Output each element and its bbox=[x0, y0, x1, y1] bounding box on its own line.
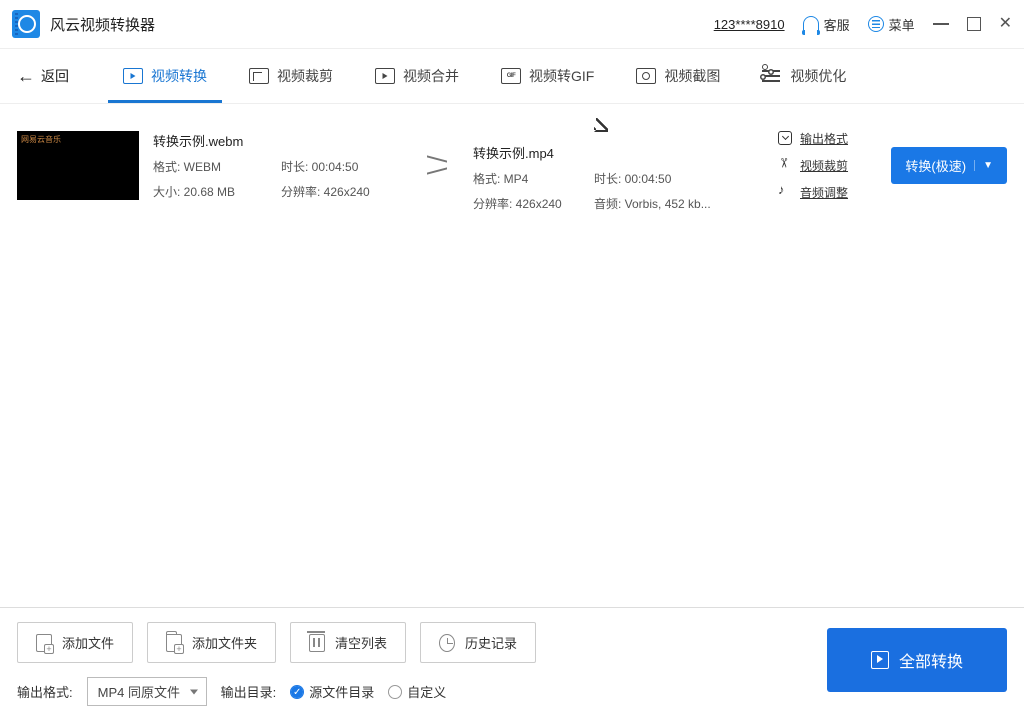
radio-custom-dir[interactable]: 自定义 bbox=[388, 682, 446, 701]
menu-label: 菜单 bbox=[889, 15, 915, 34]
menu-icon bbox=[868, 16, 884, 32]
action-crop[interactable]: 视频裁剪 bbox=[778, 157, 848, 174]
convert-icon bbox=[123, 68, 143, 84]
action-output-format[interactable]: 输出格式 bbox=[778, 130, 848, 147]
output-format-label: 输出格式: bbox=[17, 682, 73, 701]
clock-icon bbox=[439, 634, 455, 652]
output-format-select[interactable]: MP4 同原文件 bbox=[87, 677, 207, 706]
tab-merge[interactable]: 视频合并 bbox=[375, 50, 459, 102]
add-folder-button[interactable]: 添加文件夹 bbox=[147, 622, 276, 663]
radio-custom-label: 自定义 bbox=[407, 682, 446, 701]
source-filename: 转换示例.webm bbox=[153, 131, 403, 150]
target-info: 转换示例.mp4 格式: MP4 时长: 00:04:50 分辨率: 426x2… bbox=[473, 118, 754, 212]
source-format: 格式: WEBM bbox=[153, 158, 275, 175]
tab-merge-label: 视频合并 bbox=[403, 66, 459, 86]
play-icon bbox=[871, 651, 889, 669]
convert-all-button[interactable]: 全部转换 bbox=[827, 628, 1007, 692]
radio-unchecked-icon bbox=[388, 685, 402, 699]
radio-source-label: 源文件目录 bbox=[309, 682, 374, 701]
pen-icon bbox=[594, 118, 608, 132]
music-icon bbox=[778, 185, 792, 199]
shuffle-icon[interactable] bbox=[427, 156, 449, 174]
maximize-button[interactable] bbox=[967, 17, 981, 31]
support-label: 客服 bbox=[824, 15, 850, 34]
tab-gif-label: 视频转GIF bbox=[529, 66, 594, 86]
action-crop-label: 视频裁剪 bbox=[800, 157, 848, 174]
tab-optimize-label: 视频优化 bbox=[790, 66, 846, 86]
source-resolution: 分辨率: 426x240 bbox=[281, 183, 403, 200]
tab-optimize[interactable]: 视频优化 bbox=[762, 50, 846, 102]
clear-label: 清空列表 bbox=[335, 633, 387, 652]
menu-link[interactable]: 菜单 bbox=[868, 15, 915, 34]
tab-convert[interactable]: 视频转换 bbox=[123, 50, 207, 102]
target-resolution: 分辨率: 426x240 bbox=[473, 195, 588, 212]
back-arrow-icon: ← bbox=[17, 66, 35, 87]
edit-name-button[interactable] bbox=[594, 118, 754, 135]
tab-screenshot-label: 视频截图 bbox=[664, 66, 720, 86]
minimize-button[interactable] bbox=[933, 23, 949, 25]
row-actions: 输出格式 视频裁剪 音频调整 bbox=[778, 130, 848, 201]
optimize-icon bbox=[762, 68, 782, 84]
add-folder-label: 添加文件夹 bbox=[192, 633, 257, 652]
tab-screenshot[interactable]: 视频截图 bbox=[636, 50, 720, 102]
output-format-value: MP4 同原文件 bbox=[98, 685, 180, 700]
bottom-bar: 添加文件 添加文件夹 清空列表 历史记录 全部转换 输出格式: MP4 同原文件… bbox=[0, 607, 1024, 720]
gif-icon bbox=[501, 68, 521, 84]
trash-icon bbox=[309, 634, 325, 652]
user-id-link[interactable]: 123****8910 bbox=[714, 17, 785, 32]
back-button[interactable]: ← 返回 bbox=[17, 66, 69, 87]
action-audio-label: 音频调整 bbox=[800, 184, 848, 201]
radio-source-dir[interactable]: 源文件目录 bbox=[290, 682, 374, 701]
tab-crop-label: 视频裁剪 bbox=[277, 66, 333, 86]
action-format-label: 输出格式 bbox=[800, 130, 848, 147]
file-list: 转换示例.webm 格式: WEBM 时长: 00:04:50 大小: 20.6… bbox=[0, 104, 1024, 226]
merge-icon bbox=[375, 68, 395, 84]
target-audio: 音频: Vorbis, 452 kb... bbox=[594, 195, 754, 212]
back-label: 返回 bbox=[41, 66, 69, 86]
source-size: 大小: 20.68 MB bbox=[153, 183, 275, 200]
support-link[interactable]: 客服 bbox=[803, 15, 850, 34]
target-duration: 时长: 00:04:50 bbox=[594, 170, 754, 187]
convert-button[interactable]: 转换(极速) ▼ bbox=[891, 147, 1007, 184]
source-duration: 时长: 00:04:50 bbox=[281, 158, 403, 175]
file-row: 转换示例.webm 格式: WEBM 时长: 00:04:50 大小: 20.6… bbox=[17, 118, 1007, 212]
history-button[interactable]: 历史记录 bbox=[420, 622, 536, 663]
clear-list-button[interactable]: 清空列表 bbox=[290, 622, 406, 663]
scissors-icon bbox=[778, 158, 792, 172]
nav-bar: ← 返回 视频转换 视频裁剪 视频合并 视频转GIF 视频截图 视频优化 bbox=[0, 49, 1024, 104]
radio-checked-icon bbox=[290, 685, 304, 699]
headset-icon bbox=[803, 16, 819, 32]
crop-icon bbox=[249, 68, 269, 84]
app-title: 风云视频转换器 bbox=[50, 14, 155, 35]
source-info: 转换示例.webm 格式: WEBM 时长: 00:04:50 大小: 20.6… bbox=[153, 131, 403, 200]
tab-crop[interactable]: 视频裁剪 bbox=[249, 50, 333, 102]
screenshot-icon bbox=[636, 68, 656, 84]
titlebar: 风云视频转换器 123****8910 客服 菜单 ✕ bbox=[0, 0, 1024, 49]
close-button[interactable]: ✕ bbox=[999, 16, 1012, 32]
history-label: 历史记录 bbox=[465, 633, 517, 652]
file-plus-icon bbox=[36, 634, 52, 652]
output-dir-label: 输出目录: bbox=[221, 682, 277, 701]
folder-plus-icon bbox=[166, 634, 182, 652]
target-filename: 转换示例.mp4 bbox=[473, 143, 754, 162]
add-file-label: 添加文件 bbox=[62, 633, 114, 652]
target-format: 格式: MP4 bbox=[473, 170, 588, 187]
format-icon bbox=[778, 131, 792, 145]
convert-all-label: 全部转换 bbox=[899, 648, 963, 672]
tab-gif[interactable]: 视频转GIF bbox=[501, 50, 594, 102]
action-audio[interactable]: 音频调整 bbox=[778, 184, 848, 201]
convert-dropdown-icon[interactable]: ▼ bbox=[974, 160, 993, 171]
convert-button-label: 转换(极速) bbox=[905, 156, 966, 175]
video-thumbnail[interactable] bbox=[17, 131, 139, 200]
tab-convert-label: 视频转换 bbox=[151, 66, 207, 86]
app-logo-icon bbox=[12, 10, 40, 38]
add-file-button[interactable]: 添加文件 bbox=[17, 622, 133, 663]
